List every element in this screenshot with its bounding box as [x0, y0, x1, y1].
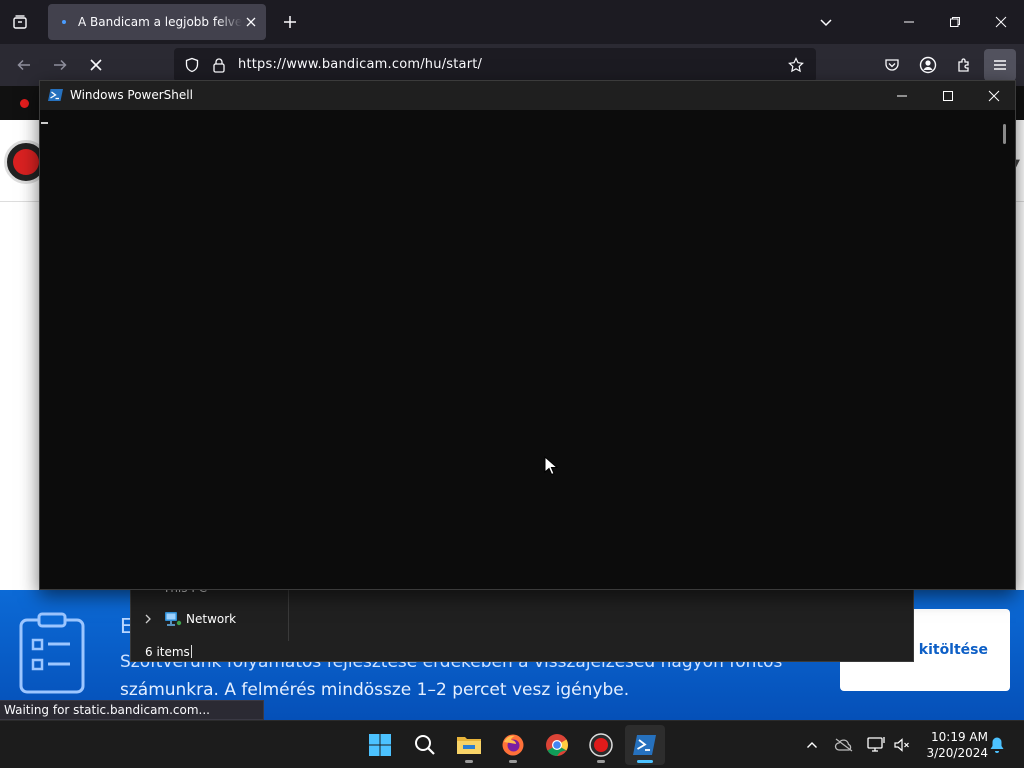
- start-windows-icon[interactable]: [360, 725, 400, 765]
- windows-taskbar: 10:19 AM 3/20/2024: [0, 720, 1024, 768]
- onedrive-cloud-icon[interactable]: [832, 733, 856, 757]
- mouse-pointer-icon: [544, 455, 559, 476]
- powershell-taskbar-icon[interactable]: [625, 725, 665, 765]
- browser-status-text: Waiting for static.bandicam.com...: [0, 700, 264, 720]
- powershell-window[interactable]: Windows PowerShell: [39, 80, 1016, 590]
- console-scrollbar[interactable]: [1003, 124, 1006, 144]
- list-all-tabs-chevron-icon[interactable]: [812, 8, 840, 36]
- pocket-icon[interactable]: [876, 49, 908, 81]
- firefox-icon[interactable]: [493, 725, 533, 765]
- stop-loading-icon[interactable]: [80, 49, 112, 81]
- status-separator: [191, 645, 192, 658]
- powershell-title-bar[interactable]: Windows PowerShell: [40, 81, 1015, 110]
- console-cursor: [41, 122, 48, 124]
- tab-close-icon[interactable]: [242, 13, 260, 31]
- show-hidden-icons-chevron-up-icon[interactable]: [800, 733, 824, 757]
- powershell-icon: [48, 87, 64, 103]
- survey-text-line-2: számunkra. A felmérés mindössze 1–2 perc…: [120, 680, 630, 700]
- network-label: Network: [186, 612, 237, 626]
- powershell-minimize-button[interactable]: [879, 81, 925, 110]
- active-indicator: [637, 760, 653, 763]
- clock-date: 3/20/2024: [926, 746, 988, 760]
- clipboard-checklist-icon: [18, 612, 86, 694]
- tracking-shield-icon[interactable]: [184, 57, 200, 73]
- notification-bell-icon[interactable]: [985, 733, 1009, 757]
- explorer-item-count: 6 items: [145, 645, 190, 659]
- browser-tab-strip: A Bandicam a legjobb felvevőprogram: [0, 0, 1024, 44]
- extensions-puzzle-icon[interactable]: [948, 49, 980, 81]
- running-indicator: [597, 760, 605, 763]
- expand-chevron-icon[interactable]: [143, 611, 153, 625]
- network-icon: [164, 611, 182, 627]
- browser-tab-bandicam[interactable]: A Bandicam a legjobb felvevőprogram: [48, 4, 266, 40]
- powershell-title: Windows PowerShell: [70, 88, 193, 102]
- forward-arrow-icon[interactable]: [44, 49, 76, 81]
- browser-restore-button[interactable]: [932, 0, 978, 44]
- back-arrow-icon[interactable]: [8, 49, 40, 81]
- volume-muted-icon[interactable]: [890, 733, 914, 757]
- new-tab-button[interactable]: [276, 8, 304, 36]
- address-bar[interactable]: https://www.bandicam.com/hu/start/: [174, 48, 816, 82]
- tab-loading-icon: [56, 14, 72, 30]
- tab-list-icon[interactable]: [4, 6, 36, 38]
- record-dot-icon: [20, 99, 29, 108]
- bookmark-star-icon[interactable]: [788, 57, 804, 73]
- powershell-maximize-button[interactable]: [925, 81, 971, 110]
- bandicam-record-icon[interactable]: [581, 725, 621, 765]
- running-indicator: [465, 760, 473, 763]
- browser-minimize-button[interactable]: [886, 0, 932, 44]
- file-explorer-folder-icon[interactable]: [449, 725, 489, 765]
- network-monitor-icon[interactable]: [864, 733, 888, 757]
- explorer-tree-item-network[interactable]: Network: [131, 609, 287, 631]
- powershell-close-button[interactable]: [971, 81, 1017, 110]
- tab-title: A Bandicam a legjobb felvevőprogram: [78, 15, 242, 29]
- chrome-icon[interactable]: [537, 725, 577, 765]
- url-text[interactable]: https://www.bandicam.com/hu/start/: [238, 57, 482, 72]
- search-icon[interactable]: [405, 725, 445, 765]
- running-indicator: [509, 760, 517, 763]
- powershell-console[interactable]: [40, 110, 1015, 589]
- clock-time: 10:19 AM: [931, 730, 988, 744]
- browser-close-button[interactable]: [978, 0, 1024, 44]
- lock-icon[interactable]: [211, 57, 227, 73]
- hamburger-menu-icon[interactable]: [984, 49, 1016, 81]
- system-clock[interactable]: 10:19 AM 3/20/2024: [918, 729, 988, 761]
- account-icon[interactable]: [912, 49, 944, 81]
